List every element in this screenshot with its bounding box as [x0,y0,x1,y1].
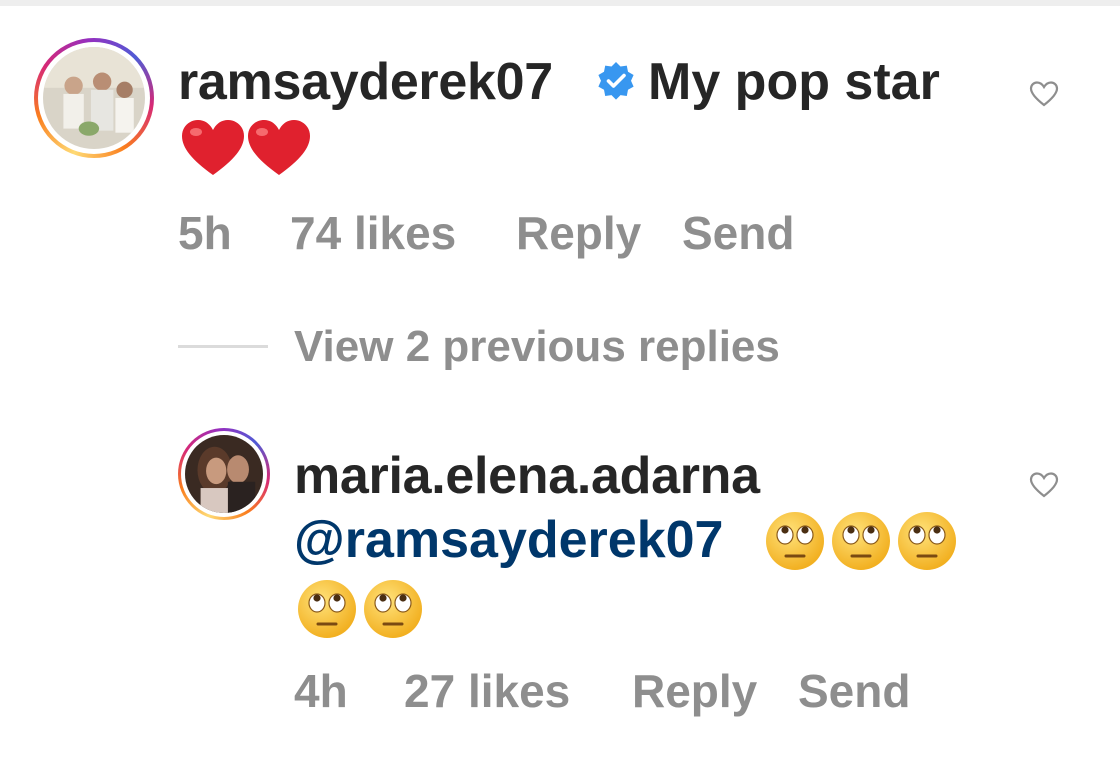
red-heart-icon [248,120,310,175]
comment-likes[interactable]: 74 likes [290,206,456,260]
view-previous-replies-link[interactable]: View 2 previous replies [294,322,780,372]
reply-likes[interactable]: 27 likes [404,664,570,718]
like-heart-icon[interactable] [1029,80,1059,108]
red-heart-icon [182,120,244,175]
reply-avatar[interactable] [178,428,270,520]
rolling-eyes-emoji-icon [832,512,890,570]
reply-username[interactable]: maria.elena.adarna [294,446,760,506]
rolling-eyes-emoji-icon [766,512,824,570]
top-divider [0,0,1120,6]
rolling-eyes-emoji-icon [898,512,956,570]
reply-reply-button[interactable]: Reply [632,664,757,718]
reply-avatar-photo [185,435,263,513]
replies-divider [178,345,268,348]
reply-button[interactable]: Reply [516,206,641,260]
reply-mention-link[interactable]: @ramsayderek07 [294,510,723,570]
rolling-eyes-emoji-icon [298,580,356,638]
comment-text: My pop star [648,53,940,111]
reply-send-button[interactable]: Send [798,664,910,718]
rolling-eyes-emoji-icon [364,580,422,638]
reply-time: 4h [294,665,348,717]
like-heart-icon[interactable] [1029,471,1059,499]
send-button[interactable]: Send [682,206,794,260]
avatar[interactable] [34,38,154,158]
comment-time: 5h [178,207,232,259]
verified-badge-icon [598,62,634,100]
avatar-photo [43,47,145,149]
comment-username[interactable]: ramsayderek07 [178,52,553,112]
